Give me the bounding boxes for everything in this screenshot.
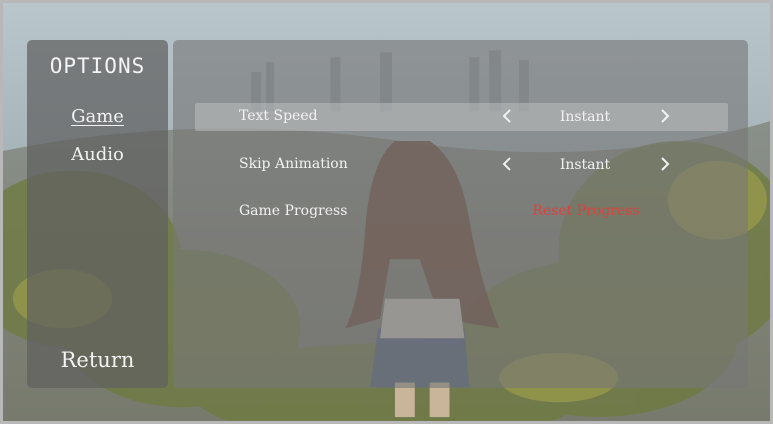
- setting-row-game-progress: Game Progress Reset Progress: [195, 198, 728, 226]
- chevron-left-icon[interactable]: [497, 153, 517, 175]
- menu-item-game[interactable]: Game: [27, 106, 168, 127]
- setting-value: Instant: [559, 157, 611, 173]
- game-window: OPTIONS Game Audio Return Text Speed Ins…: [0, 0, 773, 424]
- setting-label: Text Speed: [239, 108, 318, 124]
- setting-value: Instant: [559, 109, 611, 125]
- menu-sidebar: OPTIONS Game Audio Return: [27, 40, 168, 388]
- setting-row-text-speed: Text Speed Instant: [195, 103, 728, 131]
- chevron-left-icon[interactable]: [497, 105, 517, 127]
- chevron-right-icon[interactable]: [655, 153, 675, 175]
- setting-label: Skip Animation: [239, 156, 348, 172]
- return-button[interactable]: Return: [27, 348, 168, 372]
- reset-progress-button[interactable]: Reset Progress: [521, 203, 651, 219]
- chevron-right-icon[interactable]: [655, 105, 675, 127]
- setting-label: Game Progress: [239, 203, 348, 219]
- options-title: OPTIONS: [49, 54, 146, 78]
- setting-row-skip-animation: Skip Animation Instant: [195, 151, 728, 179]
- settings-panel: Text Speed Instant Skip Animation Instan…: [173, 40, 748, 388]
- menu-item-audio[interactable]: Audio: [27, 144, 168, 165]
